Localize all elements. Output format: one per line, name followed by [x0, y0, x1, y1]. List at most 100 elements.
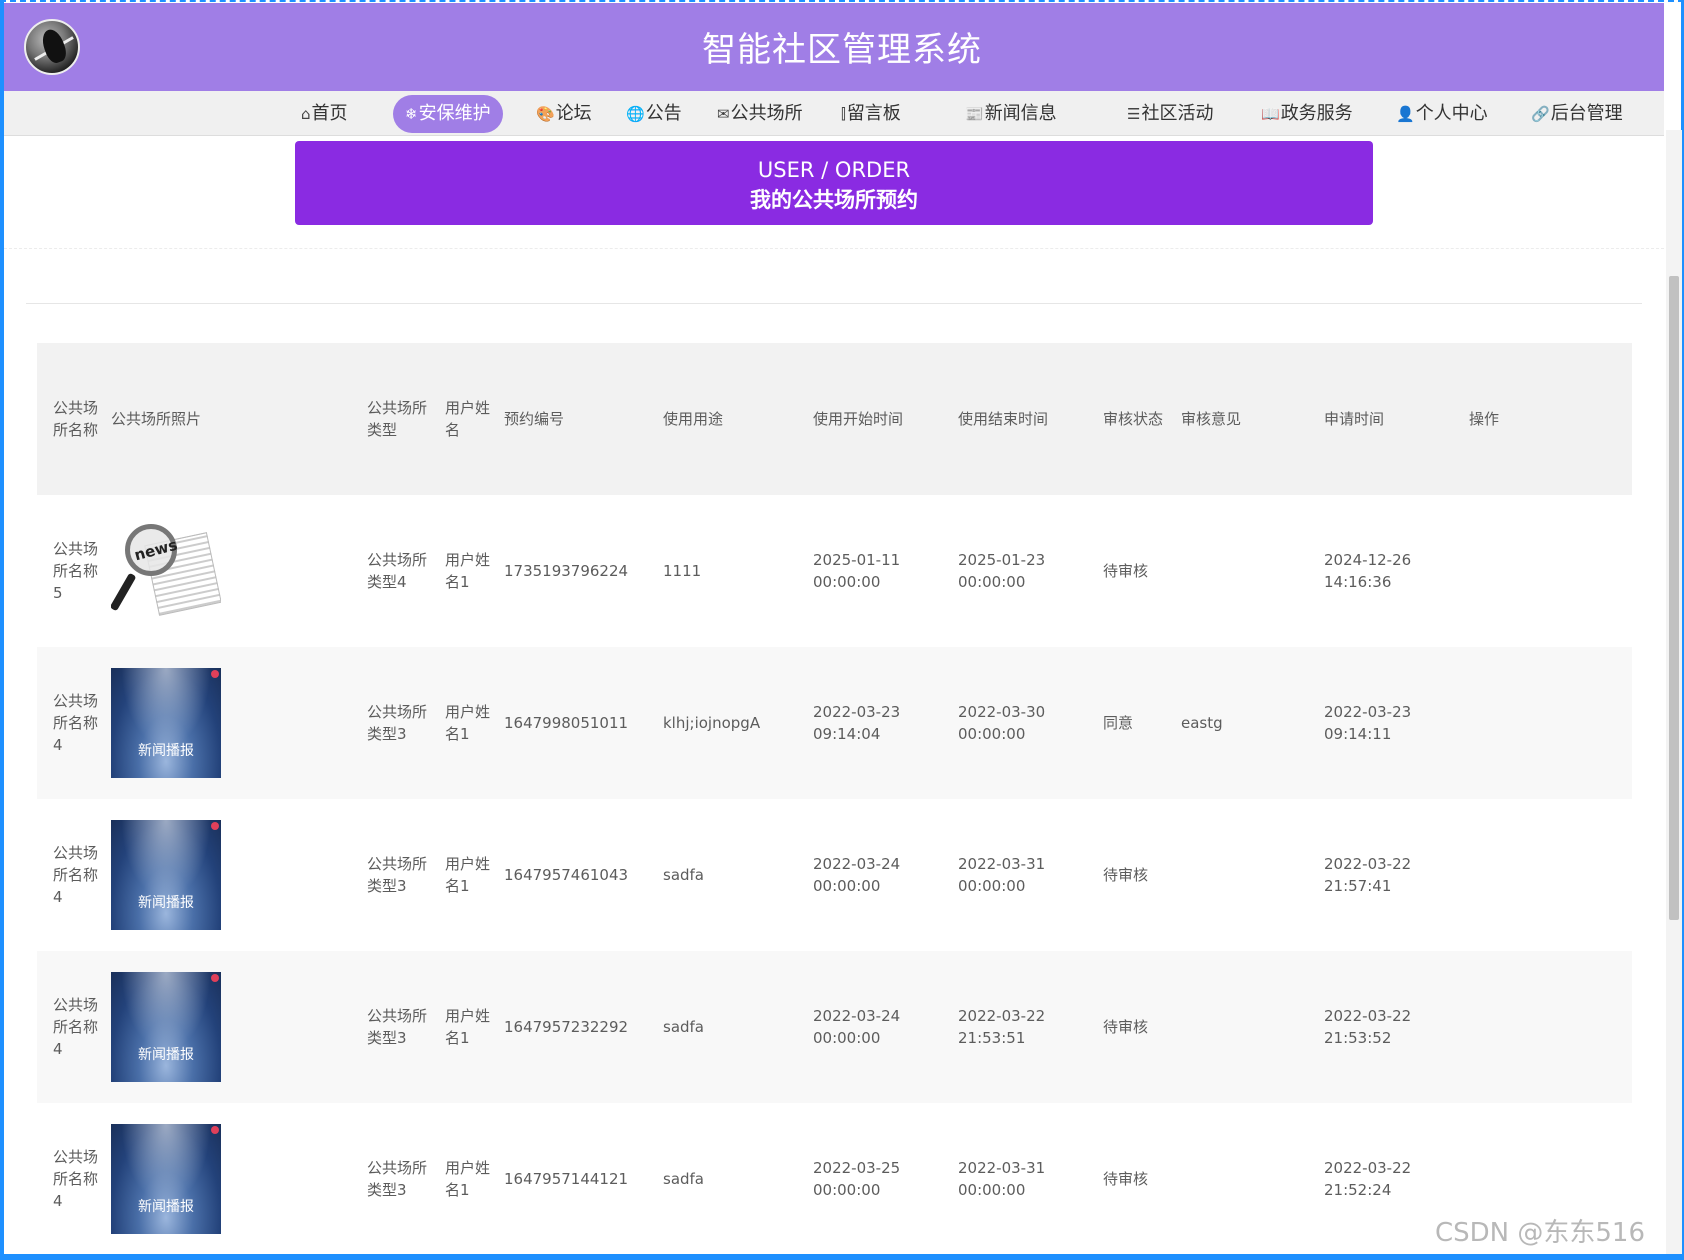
banner-title: 我的公共场所预约 — [750, 188, 918, 212]
nav-item-label: 政务服务 — [1280, 103, 1353, 124]
user-name-cell: 用户姓名1 — [445, 1159, 491, 1199]
photo-caption: 新闻播报 — [138, 895, 194, 911]
apply-time-cell: 2024-12-26 14:16:36 — [1318, 495, 1463, 647]
divider — [26, 303, 1642, 304]
opinion-cell — [1175, 799, 1318, 951]
action-cell — [1463, 951, 1632, 1103]
end-time-cell-date: 2022-03-22 — [958, 1007, 1046, 1025]
place-name-cell: 公共场所名称4 — [53, 996, 99, 1058]
nav-item-1[interactable]: ❄安保维护 — [393, 95, 503, 133]
start-time-cell-date: 2025-01-11 — [813, 551, 901, 569]
nav-item-8[interactable]: 📖政务服务 — [1261, 95, 1353, 133]
end-time-cell: 2022-03-22 21:53:51 — [952, 951, 1097, 1103]
purpose-cell: sadfa — [663, 1170, 705, 1188]
column-header: 使用用途 — [663, 410, 724, 428]
place-name-cell: 公共场所名称4 — [53, 692, 99, 754]
nav-item-10[interactable]: 🔗后台管理 — [1531, 95, 1623, 133]
nav-item-4[interactable]: ✉公共场所 — [717, 95, 803, 133]
window-frame-left — [0, 0, 4, 1260]
start-time-cell-time: 09:14:04 — [813, 725, 881, 743]
nav-item-label: 首页 — [311, 103, 348, 124]
place-photo[interactable]: 新闻播报 — [111, 1124, 221, 1234]
place-type-cell: 公共场所类型3 — [367, 703, 428, 743]
nav-icon: ⫿ — [841, 105, 846, 123]
opinion-cell — [1175, 495, 1318, 647]
scrollbar-thumb[interactable] — [1669, 276, 1679, 920]
nav-item-5[interactable]: ⫿留言板 — [841, 95, 901, 133]
photo-word: news — [132, 535, 180, 565]
nav-item-9[interactable]: 👤个人中心 — [1396, 95, 1488, 133]
nav-icon: 🔗 — [1531, 105, 1550, 123]
end-time-cell: 2022-03-30 00:00:00 — [952, 647, 1097, 799]
start-time-cell-date: 2022-03-23 — [813, 703, 901, 721]
main-nav: ⌂首页 ❄安保维护 🎨论坛 🌐公告 ✉公共场所 ⫿留言板 📰新闻信息 ☰社区活动 📖政务服务 👤个… — [4, 91, 1664, 136]
nav-item-0[interactable]: ⌂首页 — [301, 95, 348, 133]
nav-icon: ⌂ — [301, 105, 311, 123]
end-time-cell-time: 00:00:00 — [958, 1181, 1026, 1199]
column-header: 用户姓名 — [445, 399, 491, 439]
column-header: 使用开始时间 — [813, 410, 904, 428]
nav-item-label: 公告 — [645, 103, 682, 124]
apply-time-cell-time: 09:14:11 — [1324, 725, 1392, 743]
opinion-cell — [1175, 1103, 1318, 1255]
banner-subtitle: USER / ORDER — [757, 158, 911, 182]
photo-caption: 新闻播报 — [138, 1199, 194, 1215]
nav-icon: 📰 — [965, 105, 984, 123]
start-time-cell-time: 00:00:00 — [813, 1029, 881, 1047]
end-time-cell-date: 2025-01-23 — [958, 551, 1046, 569]
start-time-cell-date: 2022-03-24 — [813, 1007, 901, 1025]
apply-time-cell-time: 21:57:41 — [1324, 877, 1392, 895]
start-time-cell-date: 2022-03-25 — [813, 1159, 901, 1177]
column-header: 公共场所类型 — [367, 399, 428, 439]
nav-item-6[interactable]: 📰新闻信息 — [965, 95, 1057, 133]
end-time-cell: 2022-03-31 00:00:00 — [952, 1103, 1097, 1255]
end-time-cell: 2022-03-31 00:00:00 — [952, 799, 1097, 951]
column-header: 审核状态 — [1103, 410, 1164, 428]
column-header: 申请时间 — [1324, 410, 1385, 428]
nav-item-3[interactable]: 🌐公告 — [626, 95, 682, 133]
purpose-cell: sadfa — [663, 1018, 705, 1036]
apply-time-cell-date: 2022-03-22 — [1324, 1007, 1412, 1025]
reservation-table: 公共场所名称 公共场所照片 公共场所类型 用户姓名 预约编号 使用用途 使用开始时间 使用结束… — [37, 343, 1632, 1255]
nav-item-label: 留言板 — [846, 103, 901, 124]
purpose-cell: klhj;iojnopgA — [663, 714, 761, 732]
opinion-cell — [1175, 951, 1318, 1103]
opinion-cell: eastg — [1181, 714, 1223, 732]
photo-caption: 新闻播报 — [138, 743, 194, 759]
status-cell: 待审核 — [1103, 562, 1149, 580]
end-time-cell-date: 2022-03-30 — [958, 703, 1046, 721]
place-photo-cell: 新闻播报 — [105, 1103, 361, 1255]
place-type-cell: 公共场所类型3 — [367, 855, 428, 895]
nav-item-label: 后台管理 — [1550, 103, 1623, 124]
action-cell — [1463, 495, 1632, 647]
nav-icon: 📖 — [1261, 105, 1280, 123]
place-photo[interactable]: 新闻播报 — [111, 820, 221, 930]
place-photo-cell: 新闻播报 — [105, 647, 361, 799]
user-name-cell: 用户姓名1 — [445, 1007, 491, 1047]
end-time-cell-time: 00:00:00 — [958, 573, 1026, 591]
user-name-cell: 用户姓名1 — [445, 703, 491, 743]
apply-time-cell: 2022-03-22 21:57:41 — [1318, 799, 1463, 951]
end-time-cell-time: 00:00:00 — [958, 877, 1026, 895]
place-photo[interactable]: news — [111, 516, 221, 626]
place-type-cell: 公共场所类型3 — [367, 1159, 428, 1199]
place-type-cell: 公共场所类型3 — [367, 1007, 428, 1047]
column-header: 预约编号 — [504, 410, 565, 428]
nav-icon: 🌐 — [626, 105, 645, 123]
place-photo[interactable]: 新闻播报 — [111, 972, 221, 1082]
nav-item-7[interactable]: ☰社区活动 — [1127, 95, 1213, 133]
place-photo-cell: 新闻播报 — [105, 799, 361, 951]
table-row: 公共场所名称4 新闻播报 公共场所类型3 用户姓名1 1647957461043 sadf… — [37, 799, 1632, 951]
order-no-cell: 1647998051011 — [504, 714, 629, 732]
window-frame-bottom — [0, 1254, 1684, 1260]
place-name-cell: 公共场所名称4 — [53, 1148, 99, 1210]
end-time-cell-time: 00:00:00 — [958, 725, 1026, 743]
action-cell — [1463, 647, 1632, 799]
table-row: 公共场所名称4 新闻播报 公共场所类型3 用户姓名1 1647957232292 sadf… — [37, 951, 1632, 1103]
nav-item-2[interactable]: 🎨论坛 — [536, 95, 592, 133]
place-name-cell: 公共场所名称4 — [53, 844, 99, 906]
place-photo[interactable]: 新闻播报 — [111, 668, 221, 778]
column-header: 公共场所名称 — [53, 399, 99, 439]
divider — [4, 248, 1664, 249]
order-no-cell: 1735193796224 — [504, 562, 629, 580]
